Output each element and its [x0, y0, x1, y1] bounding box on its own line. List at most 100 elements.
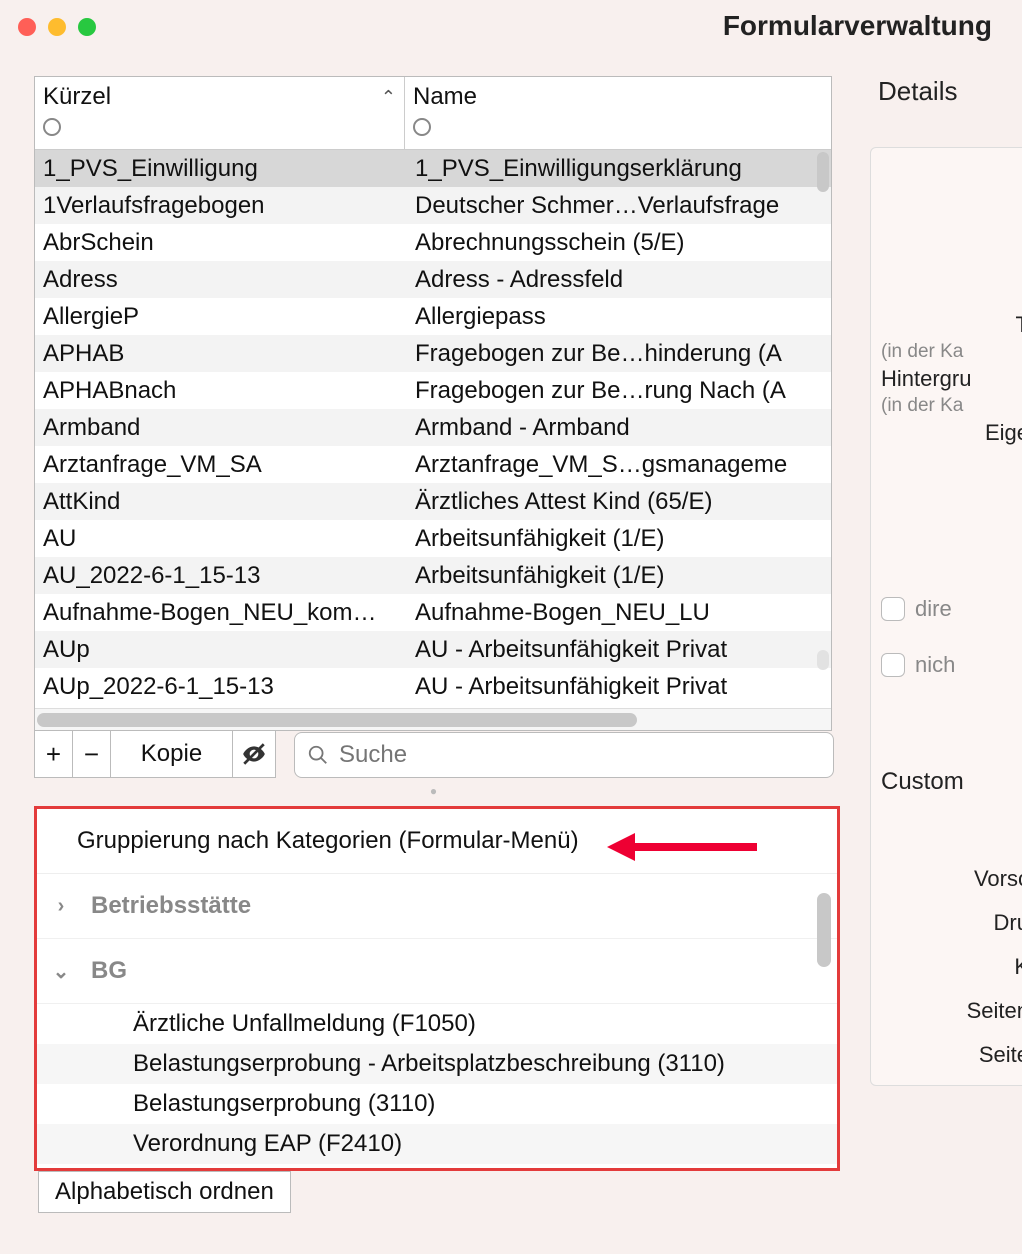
- filter-toggle-kurzel[interactable]: [43, 118, 61, 136]
- cell-kurzel: 1_PVS_Einwilligung: [35, 155, 407, 183]
- cell-name: Fragebogen zur Be…rung Nach (A: [407, 377, 831, 405]
- checkbox-direkt[interactable]: [881, 597, 905, 621]
- cell-name: AU - Arbeitsunfähigkeit Privat: [407, 636, 831, 664]
- cell-kurzel: AU: [35, 525, 407, 553]
- scroll-thumb-secondary: [817, 650, 829, 670]
- cell-kurzel: AU_2022-6-1_15-13: [35, 562, 407, 590]
- table-row[interactable]: APHABnachFragebogen zur Be…rung Nach (A: [35, 372, 831, 409]
- table-body[interactable]: 1_PVS_Einwilligung1_PVS_Einwilligungserk…: [35, 150, 831, 708]
- detail-line-t-sub: (in der Ka: [881, 341, 1022, 363]
- checkbox-direkt-label: dire: [915, 596, 952, 622]
- checkbox-nicht-label: nich: [915, 652, 955, 678]
- cell-kurzel: Arztanfrage_VM_SA: [35, 451, 407, 479]
- table-row[interactable]: Arztanfrage_VM_SAArztanfrage_VM_S…gsmana…: [35, 446, 831, 483]
- cell-name: 1_PVS_Einwilligungserklärung: [407, 155, 831, 183]
- cell-name: AU - Arbeitsunfähigkeit Privat: [407, 673, 831, 701]
- search-field[interactable]: [294, 732, 834, 778]
- category-group-header[interactable]: › Betriebsstätte: [37, 874, 837, 939]
- detail-line-t: T: [881, 312, 1022, 338]
- table-row[interactable]: AttKindÄrztliches Attest Kind (65/E): [35, 483, 831, 520]
- cell-name: Allergiepass: [407, 303, 831, 331]
- category-item[interactable]: Belastungserprobung (3110): [37, 1084, 837, 1124]
- table-row[interactable]: Aufnahme-Bogen_NEU_kom…Aufnahme-Bogen_NE…: [35, 594, 831, 631]
- category-group-label: Betriebsstätte: [91, 892, 251, 920]
- cell-name: Deutscher Schmer…Verlaufsfrage: [407, 192, 831, 220]
- table-row[interactable]: 1VerlaufsfragebogenDeutscher Schmer…Verl…: [35, 187, 831, 224]
- add-button[interactable]: +: [35, 731, 73, 777]
- sort-ascending-icon[interactable]: ⌃: [381, 87, 396, 108]
- table-row[interactable]: AbrScheinAbrechnungsschein (5/E): [35, 224, 831, 261]
- category-item[interactable]: Belastungserprobung - Arbeitsplatzbeschr…: [37, 1044, 837, 1084]
- detail-line-vorschau: Vorsc: [881, 866, 1022, 892]
- table-row[interactable]: AUp_2022-6-1_15-13AU - Arbeitsunfähigkei…: [35, 668, 831, 705]
- cell-kurzel: APHAB: [35, 340, 407, 368]
- details-panel: Details T (in der Ka Hintergru (in der K…: [870, 76, 1022, 1086]
- table-row[interactable]: AllergiePAllergiepass: [35, 298, 831, 335]
- categories-panel: Gruppierung nach Kategorien (Formular-Me…: [34, 806, 840, 1171]
- vertical-scrollbar[interactable]: [815, 150, 831, 708]
- table-row[interactable]: AdressAdress - Adressfeld: [35, 261, 831, 298]
- category-group-header[interactable]: ⌄ BG: [37, 939, 837, 1004]
- cell-name: Ärztliches Attest Kind (65/E): [407, 488, 831, 516]
- category-item[interactable]: Ärztliche Unfallmeldung (F1050): [37, 1004, 837, 1044]
- column-header-kurzel[interactable]: Kürzel: [43, 83, 111, 111]
- scroll-thumb[interactable]: [817, 152, 829, 192]
- filter-toggle-name[interactable]: [413, 118, 431, 136]
- detail-line-eig: Eige: [881, 420, 1022, 446]
- table-row[interactable]: 1_PVS_Einwilligung1_PVS_Einwilligungserk…: [35, 150, 831, 187]
- search-icon: [307, 744, 329, 766]
- detail-line-seiten2: Seite: [881, 1042, 1022, 1068]
- cell-name: Armband - Armband: [407, 414, 831, 442]
- remove-button[interactable]: −: [73, 731, 111, 777]
- category-group-label: BG: [91, 957, 127, 985]
- cell-kurzel: AUp_2022-6-1_15-13: [35, 673, 407, 701]
- chevron-right-icon: ›: [51, 895, 71, 918]
- categories-scrollbar[interactable]: [817, 893, 831, 967]
- details-card: T (in der Ka Hintergru (in der Ka Eige d…: [870, 147, 1022, 1086]
- table-row[interactable]: ArmbandArmband - Armband: [35, 409, 831, 446]
- table-header-row: Kürzel ⌃ Name: [35, 77, 831, 150]
- cell-kurzel: AUp: [35, 636, 407, 664]
- copy-button[interactable]: Kopie: [111, 731, 233, 777]
- cell-kurzel: AllergieP: [35, 303, 407, 331]
- visibility-toggle-button[interactable]: [233, 731, 275, 777]
- forms-table: Kürzel ⌃ Name 1_PVS_Einwilligung1_PVS_Ei…: [34, 76, 832, 731]
- table-row[interactable]: AUpAU - Arbeitsunfähigkeit Privat: [35, 631, 831, 668]
- table-toolbar: + − Kopie: [34, 731, 834, 778]
- cell-name: Aufnahme-Bogen_NEU_LU: [407, 599, 831, 627]
- scroll-thumb-h[interactable]: [37, 713, 637, 727]
- detail-line-custom: Custom: [881, 768, 1022, 796]
- categories-header: Gruppierung nach Kategorien (Formular-Me…: [37, 809, 837, 874]
- cell-kurzel: AttKind: [35, 488, 407, 516]
- horizontal-scrollbar[interactable]: [35, 708, 831, 730]
- table-row[interactable]: AUArbeitsunfähigkeit (1/E): [35, 520, 831, 557]
- search-input[interactable]: [339, 741, 821, 769]
- checkbox-nicht[interactable]: [881, 653, 905, 677]
- chevron-down-icon: ⌄: [51, 959, 71, 984]
- split-drag-handle[interactable]: ●: [34, 784, 834, 798]
- detail-line-hg-sub: (in der Ka: [881, 395, 1022, 417]
- cell-name: Arbeitsunfähigkeit (1/E): [407, 525, 831, 553]
- eye-slash-icon: [241, 741, 267, 767]
- detail-line-drucker: Dru: [881, 910, 1022, 936]
- table-row[interactable]: APHABFragebogen zur Be…hinderung (A: [35, 335, 831, 372]
- details-heading: Details: [870, 76, 1022, 107]
- cell-kurzel: 1Verlaufsfragebogen: [35, 192, 407, 220]
- window-title: Formularverwaltung: [0, 10, 1022, 42]
- cell-kurzel: Aufnahme-Bogen_NEU_kom…: [35, 599, 407, 627]
- detail-line-hg: Hintergru: [881, 366, 1022, 392]
- category-item[interactable]: Verordnung EAP (F2410): [37, 1124, 837, 1164]
- detail-line-seiten1: Seiten: [881, 998, 1022, 1024]
- cell-name: Fragebogen zur Be…hinderung (A: [407, 340, 831, 368]
- cell-name: Arbeitsunfähigkeit (1/E): [407, 562, 831, 590]
- cell-name: Arztanfrage_VM_S…gsmanageme: [407, 451, 831, 479]
- column-header-name[interactable]: Name: [413, 83, 477, 111]
- cell-kurzel: AbrSchein: [35, 229, 407, 257]
- cell-name: Abrechnungsschein (5/E): [407, 229, 831, 257]
- cell-name: Adress - Adressfeld: [407, 266, 831, 294]
- detail-line-k: K: [881, 954, 1022, 980]
- sort-alphabetical-button[interactable]: Alphabetisch ordnen: [38, 1171, 291, 1213]
- cell-kurzel: Armband: [35, 414, 407, 442]
- table-row[interactable]: AU_2022-6-1_15-13Arbeitsunfähigkeit (1/E…: [35, 557, 831, 594]
- categories-header-label: Gruppierung nach Kategorien (Formular-Me…: [77, 827, 579, 854]
